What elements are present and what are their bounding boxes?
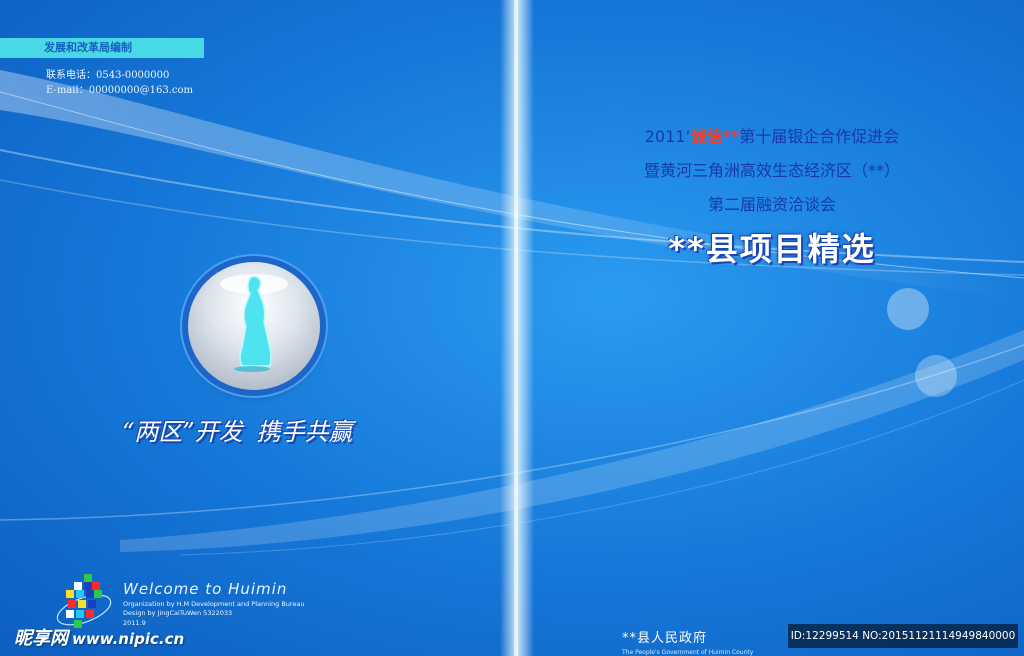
statue-icon bbox=[220, 274, 288, 372]
main-title: **县项目精选 bbox=[668, 230, 876, 268]
logo-cell bbox=[78, 600, 86, 608]
logo-cell bbox=[66, 610, 74, 618]
logo-cell bbox=[66, 590, 74, 598]
watermark-url: www.nipic.cn bbox=[72, 630, 185, 648]
government-name: **县人民政府 bbox=[622, 631, 708, 646]
title-highlight: 诚信** bbox=[690, 127, 740, 146]
slogan-part1: “两区”开发 bbox=[122, 418, 243, 446]
watermark-brand-name: 昵享网 bbox=[14, 628, 68, 649]
welcome-design: Design by JingCaiTuWen 5322033 bbox=[123, 609, 233, 617]
contact-info: 联系电话：0543-0000000 E-mail：00000000@163.co… bbox=[46, 68, 193, 98]
logo-cell bbox=[84, 582, 92, 590]
event-title-block: 2011’诚信**第十届银企合作促进会 暨黄河三角洲高效生态经济区（**） 第二… bbox=[590, 120, 954, 270]
event-title-line2: 暨黄河三角洲高效生态经济区（**） bbox=[643, 161, 900, 180]
statue-medallion bbox=[188, 262, 320, 390]
logo-cell bbox=[86, 590, 94, 598]
publisher-tag: 发展和改革局编制 bbox=[0, 38, 204, 58]
event-title-line1: 2011’诚信**第十届银企合作促进会 bbox=[590, 120, 954, 154]
title-year: 2011’ bbox=[644, 127, 691, 146]
welcome-title: Welcome to Huimin bbox=[123, 580, 288, 598]
bubble-decoration bbox=[915, 355, 957, 397]
logo-cell bbox=[68, 600, 76, 608]
slogan: “两区”开发 携手共赢 bbox=[122, 412, 367, 447]
contact-email: E-mail：00000000@163.com bbox=[46, 85, 193, 96]
welcome-organization: Organization by H.M Development and Plan… bbox=[123, 600, 305, 608]
title-event: 第十届银企合作促进会 bbox=[739, 127, 900, 146]
logo-cell bbox=[94, 590, 102, 598]
background-curves bbox=[0, 0, 1024, 656]
logo-cell bbox=[84, 574, 92, 582]
logo-cell bbox=[92, 582, 100, 590]
government-name-en: The People's Government of Huimin County bbox=[622, 649, 754, 656]
logo-cell bbox=[76, 590, 84, 598]
image-id-label: ID:12299514 NO:20151121114949840000 bbox=[788, 624, 1018, 648]
brochure-cover: 发展和改革局编制 联系电话：0543-0000000 E-mail：000000… bbox=[0, 0, 1024, 656]
logo-cell bbox=[74, 582, 82, 590]
contact-phone: 联系电话：0543-0000000 bbox=[46, 70, 170, 81]
slogan-part2: 携手共赢 bbox=[256, 418, 353, 446]
logo-cell bbox=[88, 600, 96, 608]
bubble-decoration bbox=[887, 288, 929, 330]
watermark-brand: 昵享网 www.nipic.cn bbox=[14, 624, 184, 650]
event-title-line3: 第二届融资洽谈会 bbox=[707, 195, 836, 214]
logo-cell bbox=[76, 610, 84, 618]
logo-cell bbox=[86, 610, 94, 618]
